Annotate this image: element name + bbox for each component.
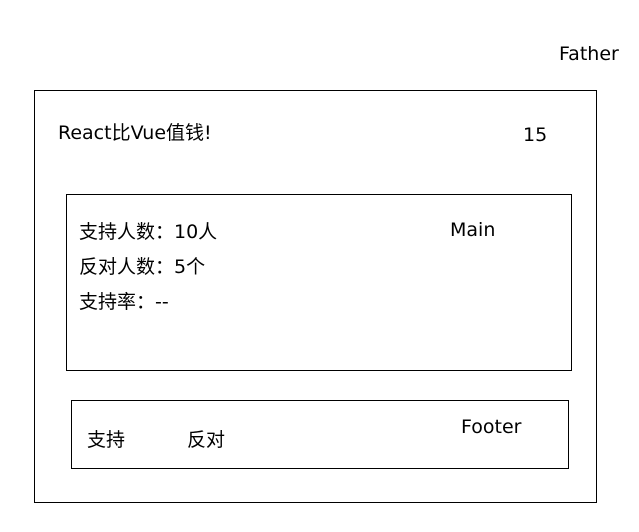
component-diagram: Father React比Vue值钱! 15 Main 支持人数：10人 反对人… (0, 0, 639, 532)
support-button[interactable]: 支持 (87, 429, 125, 451)
father-component-label: Father (559, 43, 619, 65)
support-count-text: 支持人数：10人 (79, 221, 218, 243)
father-total-count: 15 (523, 124, 548, 146)
oppose-count-text: 反对人数：5个 (79, 256, 206, 278)
father-title: React比Vue值钱! (58, 122, 212, 144)
main-component-label: Main (450, 219, 496, 241)
oppose-button[interactable]: 反对 (187, 429, 225, 451)
footer-component-label: Footer (461, 416, 522, 438)
support-rate-text: 支持率：-- (79, 291, 169, 313)
